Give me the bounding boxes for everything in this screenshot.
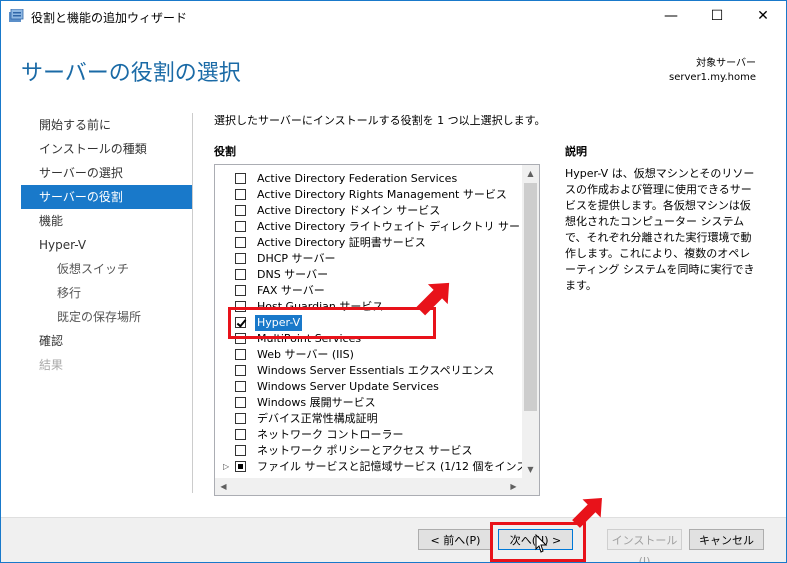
scroll-right-icon[interactable]: ▶ <box>505 478 522 495</box>
role-label: Windows Server Essentials エクスペリエンス <box>257 364 495 377</box>
role-row[interactable]: Windows Server Essentials エクスペリエンス <box>215 363 521 379</box>
role-label: デバイス正常性構成証明 <box>257 412 378 425</box>
role-label: FAX サーバー <box>257 284 325 297</box>
role-label: Active Directory Federation Services <box>257 172 458 185</box>
role-row[interactable]: ネットワーク ポリシーとアクセス サービス <box>215 443 521 459</box>
close-button[interactable]: ✕ <box>740 1 786 32</box>
nav-item-server-roles[interactable]: サーバーの役割 <box>21 185 193 209</box>
instruction-text: 選択したサーバーにインストールする役割を 1 つ以上選択します。 <box>214 114 546 127</box>
role-label: Windows Server Update Services <box>257 380 439 393</box>
previous-button[interactable]: < 前へ(P) <box>418 529 493 550</box>
nav-divider <box>192 113 193 493</box>
page-title: サーバーの役割の選択 <box>21 61 241 86</box>
scroll-down-icon[interactable]: ▼ <box>522 461 539 478</box>
role-row[interactable]: Active Directory 証明書サービス <box>215 235 521 251</box>
server-manager-icon <box>9 9 24 22</box>
cancel-button[interactable]: キャンセル <box>689 529 764 550</box>
install-button: インストール(I) <box>607 529 682 562</box>
nav-item-migration[interactable]: 移行 <box>21 281 193 305</box>
role-row[interactable]: DNS サーバー <box>215 267 521 283</box>
role-checkbox[interactable] <box>235 397 246 408</box>
wizard-window: 役割と機能の追加ウィザード — ☐ ✕ サーバーの役割の選択 対象サーバー se… <box>0 0 787 563</box>
role-checkbox[interactable] <box>235 269 246 280</box>
role-checkbox[interactable] <box>235 413 246 424</box>
role-checkbox[interactable] <box>235 237 246 248</box>
maximize-icon: ☐ <box>710 8 724 24</box>
nav-item-hyper-v[interactable]: Hyper-V <box>21 233 193 257</box>
nav-item-server-selection[interactable]: サーバーの選択 <box>21 161 193 185</box>
target-server-label: 対象サーバー <box>696 58 756 69</box>
role-row[interactable]: Active Directory ドメイン サービス <box>215 203 521 219</box>
nav-item-features[interactable]: 機能 <box>21 209 193 233</box>
minimize-button[interactable]: — <box>648 1 694 32</box>
role-label: Active Directory ドメイン サービス <box>257 204 441 217</box>
nav-item-default-stores[interactable]: 既定の保存場所 <box>21 305 193 329</box>
role-label: Active Directory ライトウェイト ディレクトリ サービス <box>257 220 540 233</box>
role-row[interactable]: Windows Server Update Services <box>215 379 521 395</box>
role-row[interactable]: DHCP サーバー <box>215 251 521 267</box>
role-row[interactable]: デバイス正常性構成証明 <box>215 411 521 427</box>
role-checkbox-partial[interactable] <box>235 461 246 472</box>
role-label: Web サーバー (IIS) <box>257 348 354 361</box>
role-label: DHCP サーバー <box>257 252 336 265</box>
vertical-scrollbar[interactable]: ▲ ▼ <box>522 165 539 478</box>
scroll-corner <box>522 478 539 495</box>
target-server-info: 対象サーバー server1.my.home <box>669 57 756 85</box>
role-label: DNS サーバー <box>257 268 329 281</box>
scroll-left-icon[interactable]: ◀ <box>215 478 232 495</box>
role-row[interactable]: Active Directory ライトウェイト ディレクトリ サービス <box>215 219 539 235</box>
role-checkbox[interactable] <box>235 189 246 200</box>
role-label: Windows 展開サービス <box>257 396 376 409</box>
nav-item-virtual-switches[interactable]: 仮想スイッチ <box>21 257 193 281</box>
role-checkbox[interactable] <box>235 253 246 264</box>
role-row[interactable]: Active Directory Rights Management サービス <box>215 187 521 203</box>
window-title: 役割と機能の追加ウィザード <box>31 11 188 25</box>
role-row[interactable]: Windows 展開サービス <box>215 395 521 411</box>
title-bar: 役割と機能の追加ウィザード — ☐ ✕ <box>1 1 786 32</box>
role-row[interactable]: FAX サーバー <box>215 283 521 299</box>
annotation-arrow-icon <box>572 498 602 528</box>
role-checkbox[interactable] <box>235 221 246 232</box>
minimize-icon: — <box>664 8 678 24</box>
role-checkbox[interactable] <box>235 365 246 376</box>
scrollbar-thumb[interactable] <box>524 183 537 411</box>
role-checkbox[interactable] <box>235 349 246 360</box>
nav-item-results: 結果 <box>39 358 64 372</box>
role-checkbox[interactable] <box>235 205 246 216</box>
nav-item-before-you-begin[interactable]: 開始する前に <box>21 113 193 137</box>
nav-item-installation-type[interactable]: インストールの種類 <box>21 137 193 161</box>
wizard-nav: 開始する前に インストールの種類 サーバーの選択 サーバーの役割 機能 Hype… <box>21 113 193 377</box>
annotation-highlight-hyper-v <box>228 307 436 339</box>
role-label: Active Directory Rights Management サービス <box>257 188 507 201</box>
role-checkbox[interactable] <box>235 445 246 456</box>
role-label: Active Directory 証明書サービス <box>257 236 426 249</box>
role-checkbox[interactable] <box>235 429 246 440</box>
scroll-up-icon[interactable]: ▲ <box>522 165 539 182</box>
role-row[interactable]: Active Directory Federation Services <box>215 171 521 187</box>
description-label: 説明 <box>565 145 587 158</box>
annotation-arrow-icon <box>416 282 450 316</box>
maximize-button[interactable]: ☐ <box>694 1 740 32</box>
role-label: ネットワーク ポリシーとアクセス サービス <box>257 444 473 457</box>
horizontal-scrollbar[interactable]: ◀ ▶ <box>215 478 522 495</box>
close-icon: ✕ <box>757 8 769 24</box>
description-text: Hyper-V は、仮想マシンとそのリソースの作成および管理に使用できるサービス… <box>565 167 755 292</box>
roles-label: 役割 <box>214 145 236 158</box>
role-checkbox[interactable] <box>235 285 246 296</box>
role-checkbox[interactable] <box>235 381 246 392</box>
nav-item-confirmation[interactable]: 確認 <box>21 329 193 353</box>
role-label: ネットワーク コントローラー <box>257 428 404 441</box>
role-row[interactable]: Web サーバー (IIS) <box>215 347 521 363</box>
role-label: ファイル サービスと記憶域サービス (1/12 個をインストール済 <box>257 460 540 473</box>
role-row-file-services[interactable]: ▷ ファイル サービスと記憶域サービス (1/12 個をインストール済 <box>215 459 539 475</box>
role-row[interactable]: ネットワーク コントローラー <box>215 427 521 443</box>
role-checkbox[interactable] <box>235 173 246 184</box>
expand-arrow-icon[interactable]: ▷ <box>223 459 229 475</box>
target-server-name: server1.my.home <box>669 72 756 83</box>
